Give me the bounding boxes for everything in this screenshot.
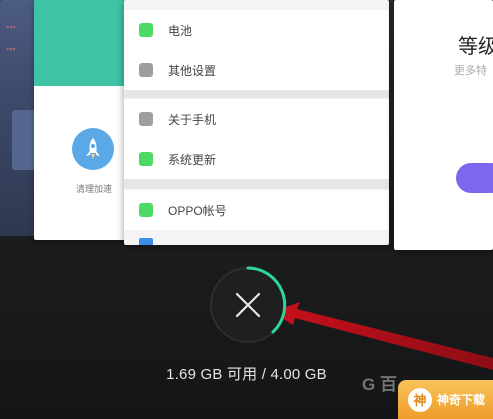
section-divider bbox=[124, 90, 389, 98]
section-divider bbox=[124, 179, 389, 189]
settings-item-label: 其他设置 bbox=[168, 63, 217, 78]
memory-available: 1.69 GB 可用 bbox=[166, 366, 258, 383]
system-update-icon bbox=[139, 152, 153, 166]
site-watermark-badge: 神 神奇下载 bbox=[398, 380, 493, 419]
oppo-account-icon bbox=[139, 203, 153, 217]
settings-item-label: 关于手机 bbox=[168, 112, 217, 127]
settings-item-label: 系统更新 bbox=[168, 152, 217, 167]
rocket-icon[interactable] bbox=[72, 128, 114, 170]
close-all-button[interactable] bbox=[209, 266, 287, 344]
shortcut-label: 清理加速 bbox=[75, 184, 112, 194]
recent-app-card-settings[interactable]: 电池 其他设置 关于手机 系统更新 OPPO帐号 bbox=[124, 0, 389, 245]
settings-item-battery[interactable]: 电池 bbox=[124, 10, 389, 50]
settings-item-label: OPPO帐号 bbox=[168, 203, 227, 218]
settings-item-other-settings[interactable]: 其他设置 bbox=[124, 50, 389, 90]
card-subtitle: 更多特 bbox=[454, 65, 487, 77]
about-phone-icon bbox=[139, 112, 153, 126]
action-button[interactable] bbox=[456, 163, 493, 193]
blurred-text: ▪▪▪ bbox=[6, 22, 16, 32]
recent-app-card-far-left[interactable]: ▪▪▪ ▪▪▪ bbox=[0, 0, 36, 236]
memory-total: 4.00 GB bbox=[270, 366, 327, 383]
settings-item-label: 电池 bbox=[168, 23, 193, 38]
site-watermark-text: 神奇下载 bbox=[437, 393, 486, 407]
settings-item-oppo-account[interactable]: OPPO帐号 bbox=[124, 190, 389, 230]
battery-icon bbox=[139, 23, 153, 37]
recent-app-card-security[interactable]: 清理加速 bbox=[34, 0, 134, 240]
recent-app-card-right[interactable]: 等级 更多特 bbox=[394, 0, 493, 250]
card-header bbox=[34, 0, 134, 86]
settings-item-system-update[interactable]: 系统更新 bbox=[124, 139, 389, 179]
card-title: 等级 bbox=[458, 36, 493, 58]
other-settings-icon bbox=[139, 63, 153, 77]
memory-separator: / bbox=[257, 366, 271, 383]
next-item-icon bbox=[139, 238, 153, 245]
baidu-watermark: G 百 bbox=[362, 375, 397, 394]
blurred-text: ▪▪▪ bbox=[6, 44, 16, 54]
settings-item-about-phone[interactable]: 关于手机 bbox=[124, 99, 389, 139]
blurred-block bbox=[12, 110, 36, 170]
site-logo-icon: 神 bbox=[408, 387, 432, 412]
